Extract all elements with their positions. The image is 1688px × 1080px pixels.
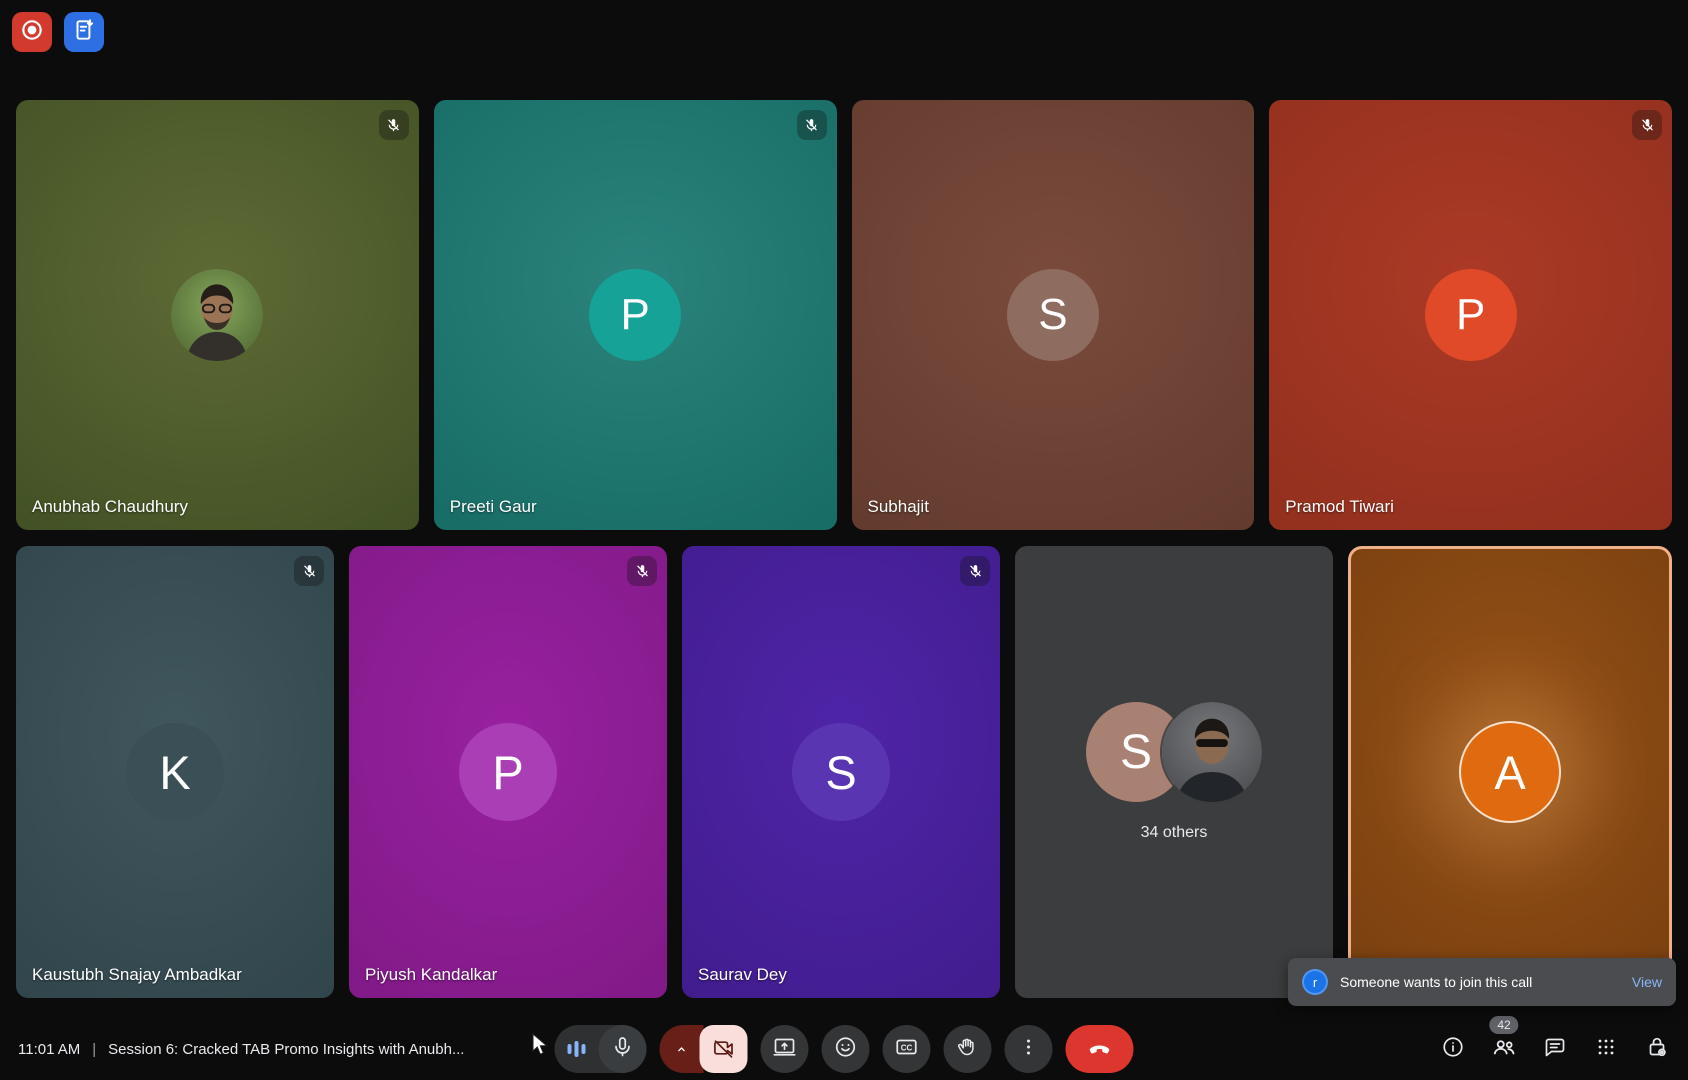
present-screen-button[interactable] xyxy=(760,1025,809,1073)
others-tile[interactable]: S 34 others xyxy=(1015,546,1333,998)
reactions-button[interactable] xyxy=(821,1025,870,1073)
activities-button[interactable] xyxy=(1593,1036,1619,1062)
participant-name: Kaustubh Snajay Ambadkar xyxy=(32,965,242,984)
svg-text:CC: CC xyxy=(901,1043,913,1052)
avatar: P xyxy=(589,269,682,361)
host-controls-button[interactable] xyxy=(1644,1036,1670,1062)
avatar: A xyxy=(1461,723,1559,821)
people-icon xyxy=(1491,1034,1517,1065)
hand-icon xyxy=(956,1035,980,1064)
participant-tile[interactable]: P Preeti Gaur xyxy=(433,100,837,530)
participant-name: Subhajit xyxy=(867,497,929,516)
avatar: S xyxy=(1006,269,1099,361)
participant-grid: Anubhab Chaudhury P Preeti Gaur S Subhaj… xyxy=(16,100,1672,998)
camera-options-caret[interactable] xyxy=(659,1025,704,1073)
present-icon xyxy=(773,1035,797,1064)
mic-off-badge xyxy=(796,110,827,140)
camera-button[interactable] xyxy=(659,1025,748,1073)
meeting-details-button[interactable] xyxy=(1440,1036,1466,1062)
lock-icon xyxy=(1645,1035,1669,1064)
participant-tile[interactable]: P Piyush Kandalkar xyxy=(349,546,667,998)
joiner-avatar: r xyxy=(1302,969,1328,995)
participant-tile[interactable]: S Saurav Dey xyxy=(682,546,1000,998)
audio-level-icon xyxy=(555,1041,599,1057)
participant-name: Pramod Tiwari xyxy=(1285,497,1394,516)
record-button[interactable] xyxy=(12,12,52,52)
participant-name: Preeti Gaur xyxy=(449,497,537,516)
raise-hand-button[interactable] xyxy=(943,1025,992,1073)
participant-name: Anubhab Chaudhury xyxy=(32,497,188,516)
participant-tile[interactable]: Anubhab Chaudhury xyxy=(16,100,419,530)
mic-off-badge xyxy=(960,556,990,586)
apps-grid-icon xyxy=(1594,1035,1618,1064)
participant-name: Saurav Dey xyxy=(698,965,787,984)
camera-off-icon xyxy=(699,1025,748,1073)
avatar: K xyxy=(126,723,224,821)
mic-off-badge xyxy=(1632,110,1662,140)
control-bar: 11:01 AM | Session 6: Cracked TAB Promo … xyxy=(0,1016,1688,1080)
others-count-label: 34 others xyxy=(1140,824,1208,841)
avatar: P xyxy=(459,723,557,821)
participant-tile[interactable]: S Subhajit xyxy=(851,100,1255,530)
mic-off-badge xyxy=(294,556,324,586)
more-options-button[interactable] xyxy=(1004,1025,1053,1073)
participant-name: Piyush Kandalkar xyxy=(365,965,498,984)
info-icon xyxy=(1441,1035,1465,1064)
record-icon xyxy=(19,17,45,48)
transcript-button[interactable] xyxy=(64,12,104,52)
mouse-cursor xyxy=(531,1032,553,1062)
separator: | xyxy=(92,1040,97,1058)
transcript-icon xyxy=(71,17,97,48)
participant-count-badge: 42 xyxy=(1489,1016,1519,1034)
avatar-photo xyxy=(171,269,264,361)
captions-icon: CC xyxy=(895,1035,919,1064)
participant-tile[interactable]: K Kaustubh Snajay Ambadkar xyxy=(16,546,334,998)
avatar-photo xyxy=(1162,702,1262,802)
captions-button[interactable]: CC xyxy=(882,1025,931,1073)
clock: 11:01 AM xyxy=(18,1040,81,1058)
avatar: P xyxy=(1424,269,1517,361)
toast-message: Someone wants to join this call xyxy=(1340,973,1533,990)
end-call-button[interactable] xyxy=(1065,1025,1134,1073)
participant-tile[interactable]: P Pramod Tiwari xyxy=(1269,100,1672,530)
microphone-button[interactable] xyxy=(554,1025,647,1073)
toast-view-button[interactable]: View xyxy=(1632,974,1662,990)
participant-tile-active[interactable]: A xyxy=(1348,546,1672,998)
people-panel-button[interactable]: 42 xyxy=(1489,1016,1519,1065)
chat-panel-button[interactable] xyxy=(1542,1036,1568,1062)
mic-off-badge xyxy=(378,110,409,140)
mic-icon xyxy=(611,1035,635,1064)
emoji-icon xyxy=(834,1035,858,1064)
chat-icon xyxy=(1543,1035,1567,1064)
extension-overlay xyxy=(12,12,104,52)
avatar: S xyxy=(792,723,890,821)
more-vertical-icon xyxy=(1017,1035,1041,1064)
join-request-toast: r Someone wants to join this call View xyxy=(1288,958,1676,1006)
meeting-title: Session 6: Cracked TAB Promo Insights wi… xyxy=(108,1040,465,1058)
mic-off-badge xyxy=(627,556,657,586)
end-call-icon xyxy=(1087,1034,1113,1065)
